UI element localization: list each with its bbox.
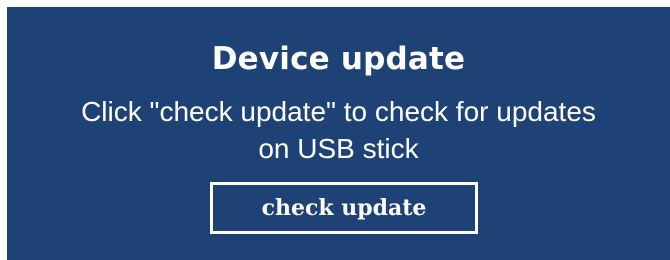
panel-title: Device update xyxy=(211,41,466,77)
check-update-button[interactable]: check update xyxy=(210,182,478,234)
device-update-panel: Device update Click "check update" to ch… xyxy=(7,7,670,260)
panel-description: Click "check update" to check for update… xyxy=(81,96,596,164)
